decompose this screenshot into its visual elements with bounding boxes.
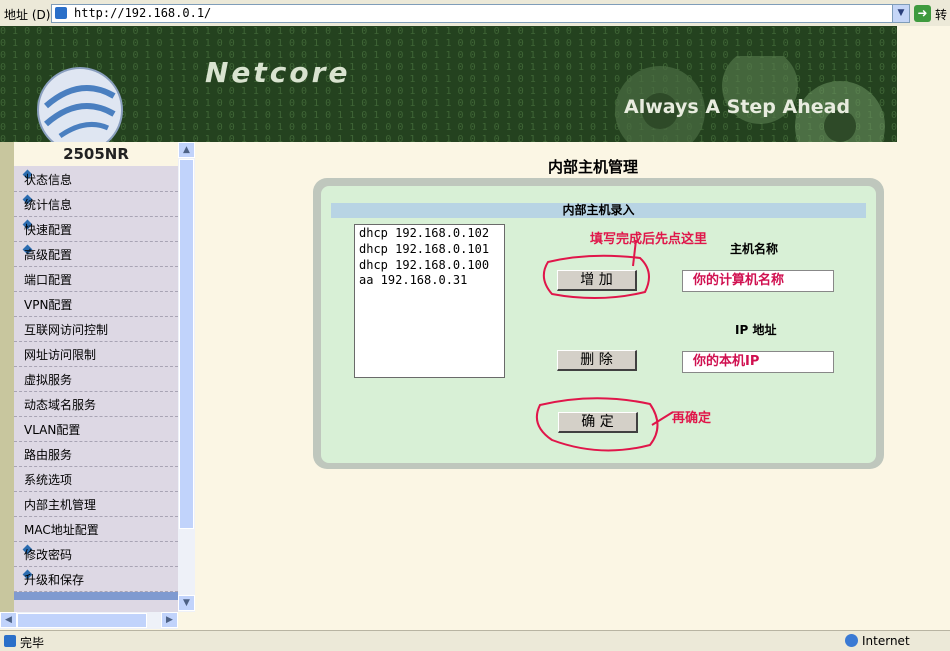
sidebar-item[interactable]: 升级和保存: [14, 566, 178, 592]
sidebar-item[interactable]: 高级配置: [14, 241, 178, 267]
list-item[interactable]: dhcp 192.168.0.101: [359, 242, 489, 256]
sidebar-item-label[interactable]: 高级配置: [24, 246, 72, 263]
globe-icon: [845, 634, 858, 647]
zone-label: Internet: [862, 634, 910, 648]
sidebar-item[interactable]: 虚拟服务: [14, 366, 178, 392]
sidebar-item[interactable]: 内部主机管理: [14, 491, 178, 517]
sidebar-item[interactable]: 动态域名服务: [14, 391, 178, 417]
sidebar-item-label[interactable]: 路由服务: [24, 446, 72, 463]
sidebar-item-label[interactable]: 统计信息: [24, 196, 72, 213]
address-bar: 地址 (D) http://192.168.0.1/ ▼ ➜ 转: [0, 0, 950, 27]
status-text: 完毕: [20, 636, 45, 650]
vertical-scrollbar[interactable]: ▲ ▼: [178, 142, 195, 612]
scroll-thumb[interactable]: [179, 159, 194, 529]
sidebar-item-label[interactable]: 互联网访问控制: [24, 321, 108, 338]
sidebar-item[interactable]: 修改密码: [14, 541, 178, 567]
sidebar-item[interactable]: 互联网访问控制: [14, 316, 178, 342]
address-label: 地址 (D): [4, 8, 51, 22]
list-item[interactable]: aa 192.168.0.31: [359, 273, 467, 287]
go-button[interactable]: 转: [935, 6, 947, 23]
netcore-logo: [37, 67, 123, 142]
sidebar-item-label[interactable]: 系统选项: [24, 471, 72, 488]
sidebar-item-label[interactable]: VPN配置: [24, 296, 72, 313]
security-zone: Internet: [845, 634, 910, 648]
delete-button[interactable]: 删 除: [557, 350, 637, 371]
sidebar-item-label[interactable]: 内部主机管理: [24, 496, 96, 513]
horizontal-scrollbar[interactable]: ◀ ▶: [0, 612, 178, 629]
sidebar-item[interactable]: 网址访问限制: [14, 341, 178, 367]
sidebar-item-label[interactable]: 网址访问限制: [24, 346, 96, 363]
sidebar-item[interactable]: MAC地址配置: [14, 516, 178, 542]
sidebar-item[interactable]: VLAN配置: [14, 416, 178, 442]
sidebar-item-label[interactable]: 虚拟服务: [24, 371, 72, 388]
sidebar-item[interactable]: 快速配置: [14, 216, 178, 242]
ip-label: IP 地址: [735, 323, 777, 337]
sidebar-item-label[interactable]: MAC地址配置: [24, 521, 99, 538]
scroll-left-icon[interactable]: ◀: [0, 612, 17, 628]
sidebar-item-label[interactable]: VLAN配置: [24, 421, 80, 438]
scroll-right-icon[interactable]: ▶: [161, 612, 178, 628]
sidebar-item-label[interactable]: 升级和保存: [24, 571, 84, 588]
sidebar-item-label[interactable]: 状态信息: [24, 171, 72, 188]
sidebar-item-label[interactable]: 动态域名服务: [24, 396, 96, 413]
sidebar-strip: [0, 142, 14, 612]
address-url[interactable]: http://192.168.0.1/: [74, 6, 211, 20]
sidebar-item[interactable]: 状态信息: [14, 166, 178, 192]
sidebar-item-label[interactable]: 修改密码: [24, 546, 72, 563]
sidebar-menu: 2505NR 状态信息统计信息快速配置高级配置端口配置 VPN配置互联网访问控制网…: [14, 142, 178, 612]
add-button[interactable]: 增 加: [557, 270, 637, 291]
page-title: 内部主机管理: [548, 158, 639, 176]
sidebar-item[interactable]: 系统选项: [14, 466, 178, 492]
hostname-field[interactable]: 你的计算机名称: [682, 270, 834, 292]
brand-name: Netcore: [205, 56, 351, 89]
sidebar-item[interactable]: 端口配置: [14, 266, 178, 292]
page-icon: [4, 635, 16, 647]
scroll-down-icon[interactable]: ▼: [178, 595, 195, 611]
scroll-up-icon[interactable]: ▲: [178, 142, 195, 158]
section-header: 内部主机录入: [331, 203, 866, 218]
chevron-down-icon[interactable]: ▼: [892, 5, 909, 22]
status-bar: 完毕 Internet: [0, 630, 950, 651]
header-banner: 0 1 0 0 1 1 0 1 0 1 0 0 1 0 1 1 0 1 0 0 …: [0, 26, 897, 142]
annotation-second: 再确定: [672, 411, 712, 426]
slogan: Always A Step Ahead: [624, 96, 851, 118]
sidebar-item[interactable]: 统计信息: [14, 191, 178, 217]
model-name: 2505NR: [14, 142, 178, 166]
list-item[interactable]: dhcp 192.168.0.102: [359, 226, 489, 240]
sidebar-item[interactable]: 路由服务: [14, 441, 178, 467]
annotation-first: 填写完成后先点这里: [590, 232, 708, 247]
hostname-label: 主机名称: [730, 242, 779, 256]
sidebar-item[interactable]: VPN配置: [14, 291, 178, 317]
sidebar: 2505NR 状态信息统计信息快速配置高级配置端口配置 VPN配置互联网访问控制网…: [0, 142, 195, 630]
ip-field[interactable]: 你的本机IP: [682, 351, 834, 373]
scroll-thumb-horizontal[interactable]: [17, 613, 147, 628]
banner-filler: [897, 26, 950, 142]
confirm-button[interactable]: 确 定: [558, 412, 638, 433]
sidebar-item-label[interactable]: 端口配置: [24, 271, 72, 288]
page-icon: [55, 7, 67, 19]
go-arrow-icon[interactable]: ➜: [914, 5, 931, 22]
address-input[interactable]: http://192.168.0.1/ ▼: [51, 4, 910, 23]
sidebar-item-label[interactable]: 快速配置: [24, 221, 72, 238]
list-item[interactable]: dhcp 192.168.0.100: [359, 258, 489, 272]
host-list[interactable]: dhcp 192.168.0.102 dhcp 192.168.0.101 dh…: [354, 224, 505, 378]
sidebar-bottom-bar: [14, 592, 178, 600]
